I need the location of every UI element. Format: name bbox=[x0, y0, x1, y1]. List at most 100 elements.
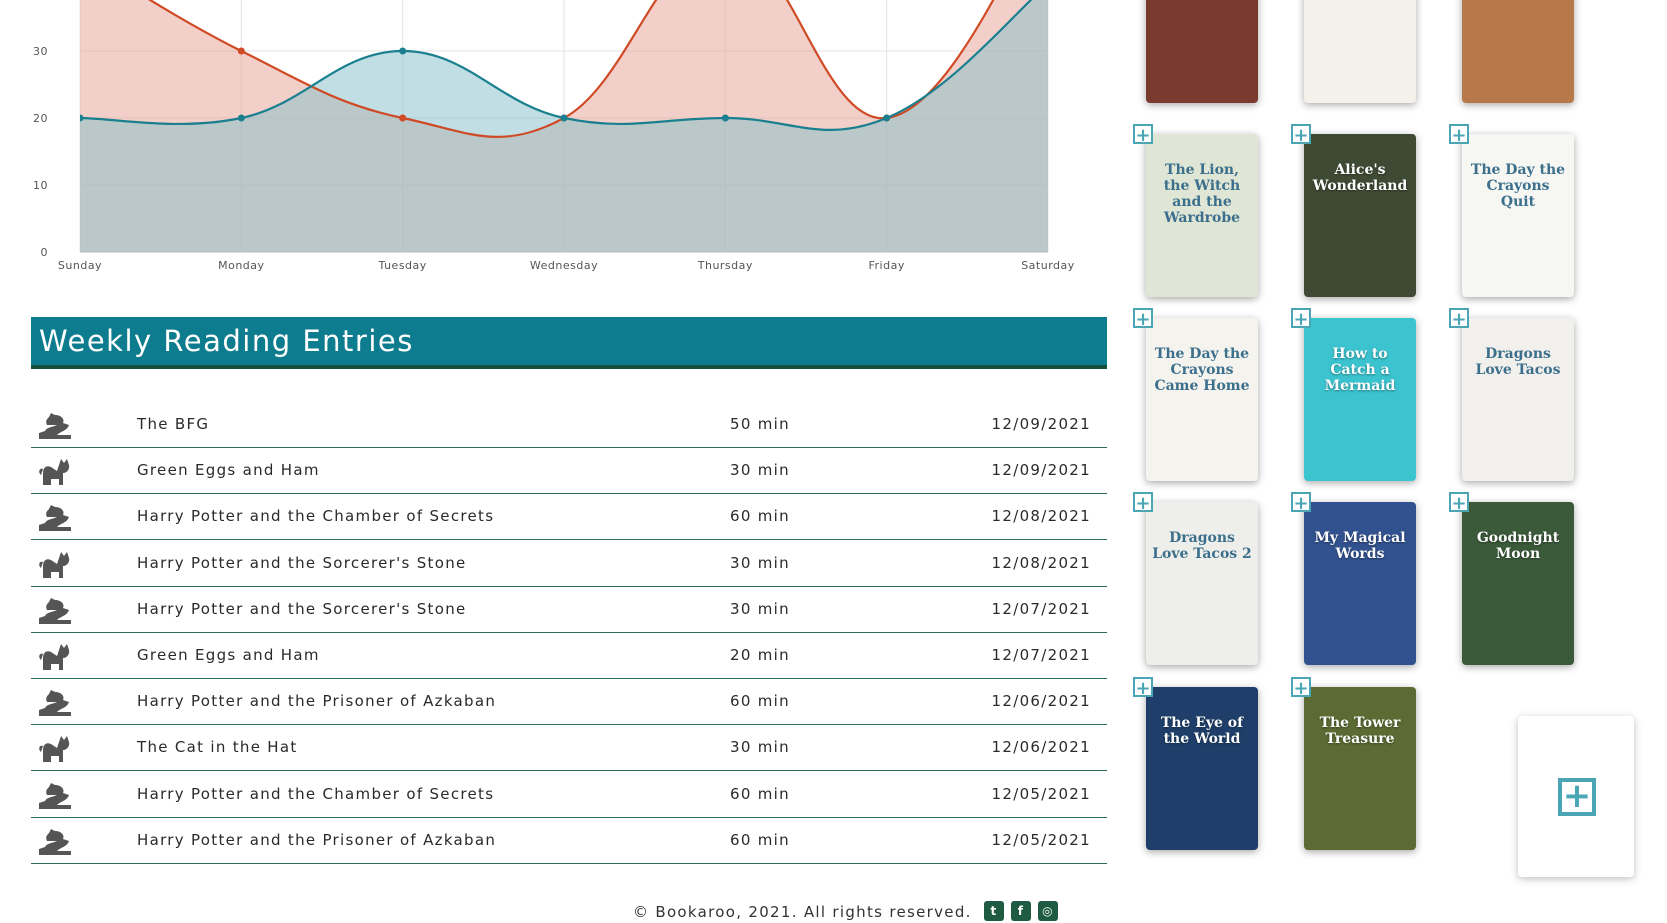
entries-table: The BFG 50 min 12/09/2021 Green Eggs and Ha… bbox=[31, 403, 1107, 865]
cover-title: Goodnight Moon bbox=[1476, 530, 1560, 562]
entry-date: 12/07/2021 bbox=[991, 645, 1091, 664]
cat-icon bbox=[37, 640, 73, 672]
copyright-text: © Bookaroo, 2021. All rights reserved. bbox=[633, 903, 972, 921]
book-slot: Dragons Love Tacos + bbox=[1449, 308, 1574, 481]
cover-title: The Tower Treasure bbox=[1319, 715, 1401, 747]
add-entry-icon[interactable]: + bbox=[1133, 677, 1153, 698]
cat-icon bbox=[37, 455, 73, 487]
entry-row[interactable]: Harry Potter and the Sorcerer's Stone 30 … bbox=[31, 542, 1107, 587]
add-entry-icon[interactable]: + bbox=[1133, 308, 1153, 329]
cover-title: Dragons Love Tacos 2 bbox=[1152, 530, 1252, 562]
add-entry-icon[interactable]: + bbox=[1291, 124, 1311, 145]
entry-date: 12/05/2021 bbox=[991, 830, 1091, 849]
add-entry-icon[interactable]: + bbox=[1133, 492, 1153, 513]
data-point[interactable] bbox=[237, 47, 245, 55]
cover-title: The Day the Crayons Quit bbox=[1470, 162, 1566, 210]
twitter-icon[interactable]: t bbox=[984, 901, 1004, 921]
entry-minutes: 50 min bbox=[730, 415, 790, 433]
book-slot: Dragons Love Tacos 2 + bbox=[1133, 492, 1258, 665]
book-slot: Goodnight Moon + bbox=[1449, 492, 1574, 665]
data-point[interactable] bbox=[721, 114, 729, 122]
facebook-icon[interactable]: f bbox=[1011, 901, 1031, 921]
instagram-icon[interactable]: ◎ bbox=[1038, 901, 1058, 921]
book-cover[interactable]: My Magical Words bbox=[1304, 502, 1416, 665]
add-entry-icon[interactable]: + bbox=[1291, 308, 1311, 329]
footer: © Bookaroo, 2021. All rights reserved. t… bbox=[633, 901, 1073, 923]
data-point[interactable] bbox=[399, 47, 407, 55]
entry-title: Harry Potter and the Sorcerer's Stone bbox=[137, 599, 467, 618]
book-cover[interactable]: Chamber of Secrets bbox=[1146, 0, 1258, 103]
book-cover[interactable]: Dragons Love Tacos 2 bbox=[1146, 502, 1258, 665]
entry-title: Harry Potter and the Sorcerer's Stone bbox=[137, 553, 467, 572]
book-slot: Vader and Son bbox=[1298, 0, 1416, 103]
book-slot: Alice's Wonderland + bbox=[1291, 124, 1416, 297]
book-cover[interactable]: Goodnight Moon bbox=[1462, 502, 1574, 665]
book-cover[interactable]: Dragons Love Tacos bbox=[1462, 318, 1574, 481]
dragon-icon bbox=[37, 686, 73, 718]
entry-row[interactable]: The Cat in the Hat 30 min 12/06/2021 bbox=[31, 726, 1107, 772]
entry-row[interactable]: Harry Potter and the Chamber of Secrets 6… bbox=[31, 773, 1107, 818]
data-point[interactable] bbox=[237, 114, 245, 122]
add-entry-icon[interactable]: + bbox=[1291, 492, 1311, 513]
entry-row[interactable]: Harry Potter and the Prisoner of Azkaban… bbox=[31, 680, 1107, 726]
add-entry-icon[interactable]: + bbox=[1449, 308, 1469, 329]
book-cover[interactable]: The Eye of the World bbox=[1146, 687, 1258, 850]
entry-title: Harry Potter and the Prisoner of Azkaban bbox=[137, 830, 497, 849]
entry-date: 12/06/2021 bbox=[991, 738, 1091, 757]
entry-row[interactable]: Green Eggs and Ham 20 min 12/07/2021 bbox=[31, 634, 1107, 679]
book-cover[interactable]: The Tower Treasure bbox=[1304, 687, 1416, 850]
entry-title: The BFG bbox=[137, 415, 210, 433]
data-point[interactable] bbox=[77, 114, 84, 122]
entry-date: 12/08/2021 bbox=[991, 507, 1091, 526]
add-entry-icon[interactable]: + bbox=[1291, 677, 1311, 698]
book-cover[interactable]: Vader and Son bbox=[1304, 0, 1416, 103]
entry-title: Green Eggs and Ham bbox=[137, 461, 320, 480]
entry-row[interactable]: The BFG 50 min 12/09/2021 bbox=[31, 403, 1107, 448]
plus-icon: + bbox=[1558, 778, 1596, 816]
data-point[interactable] bbox=[560, 114, 568, 122]
dragon-icon bbox=[37, 779, 73, 811]
y-tick-label: 20 bbox=[33, 112, 48, 125]
entry-date: 12/07/2021 bbox=[991, 599, 1091, 618]
entries-header: Weekly Reading Entries bbox=[31, 317, 1107, 369]
cover-title: Alice's Wonderland bbox=[1312, 162, 1408, 194]
book-slot: Chamber of Secrets bbox=[1140, 0, 1258, 103]
add-book-card[interactable]: + bbox=[1518, 716, 1634, 877]
entry-date: 12/06/2021 bbox=[991, 692, 1091, 711]
book-slot: The Lion, the Witch and the Wardrobe + bbox=[1133, 124, 1258, 297]
book-cover[interactable] bbox=[1462, 0, 1574, 103]
x-tick-label: Thursday bbox=[697, 259, 753, 272]
entry-row[interactable]: Harry Potter and the Chamber of Secrets 6… bbox=[31, 495, 1107, 541]
book-cover[interactable]: The Day the Crayons Quit bbox=[1462, 134, 1574, 297]
book-cover[interactable]: The Day the Crayons Came Home bbox=[1146, 318, 1258, 481]
entry-minutes: 60 min bbox=[730, 507, 790, 526]
cover-title: How to Catch a Mermaid bbox=[1324, 346, 1396, 394]
y-tick-label: 30 bbox=[33, 45, 48, 58]
book-slot: The Eye of the World + bbox=[1133, 677, 1258, 850]
entry-row[interactable]: Harry Potter and the Prisoner of Azkaban… bbox=[31, 819, 1107, 864]
cat-icon bbox=[37, 548, 73, 580]
x-tick-label: Friday bbox=[868, 259, 904, 272]
x-tick-label: Monday bbox=[218, 259, 264, 272]
cover-title: The Day the Crayons Came Home bbox=[1154, 346, 1250, 394]
book-slot: My Magical Words + bbox=[1291, 492, 1416, 665]
data-point[interactable] bbox=[399, 114, 407, 122]
y-tick-label: 0 bbox=[41, 246, 49, 259]
add-entry-icon[interactable]: + bbox=[1133, 124, 1153, 145]
book-cover[interactable]: Alice's Wonderland bbox=[1304, 134, 1416, 297]
entry-title: Green Eggs and Ham bbox=[137, 645, 320, 664]
entry-title: Harry Potter and the Chamber of Secrets bbox=[137, 784, 495, 803]
entry-row[interactable]: Green Eggs and Ham 30 min 12/09/2021 bbox=[31, 449, 1107, 495]
book-cover[interactable]: The Lion, the Witch and the Wardrobe bbox=[1146, 134, 1258, 297]
entry-minutes: 60 min bbox=[730, 830, 790, 849]
cover-title: Dragons Love Tacos bbox=[1475, 346, 1561, 378]
add-entry-icon[interactable]: + bbox=[1449, 492, 1469, 513]
add-entry-icon[interactable]: + bbox=[1449, 124, 1469, 145]
entry-row[interactable]: Harry Potter and the Sorcerer's Stone 30 … bbox=[31, 588, 1107, 633]
data-point[interactable] bbox=[883, 114, 891, 122]
dragon-icon bbox=[37, 501, 73, 533]
cover-title: The Eye of the World bbox=[1160, 715, 1244, 747]
book-slot: The Tower Treasure + bbox=[1291, 677, 1416, 850]
cat-icon bbox=[37, 732, 73, 764]
book-cover[interactable]: How to Catch a Mermaid bbox=[1304, 318, 1416, 481]
